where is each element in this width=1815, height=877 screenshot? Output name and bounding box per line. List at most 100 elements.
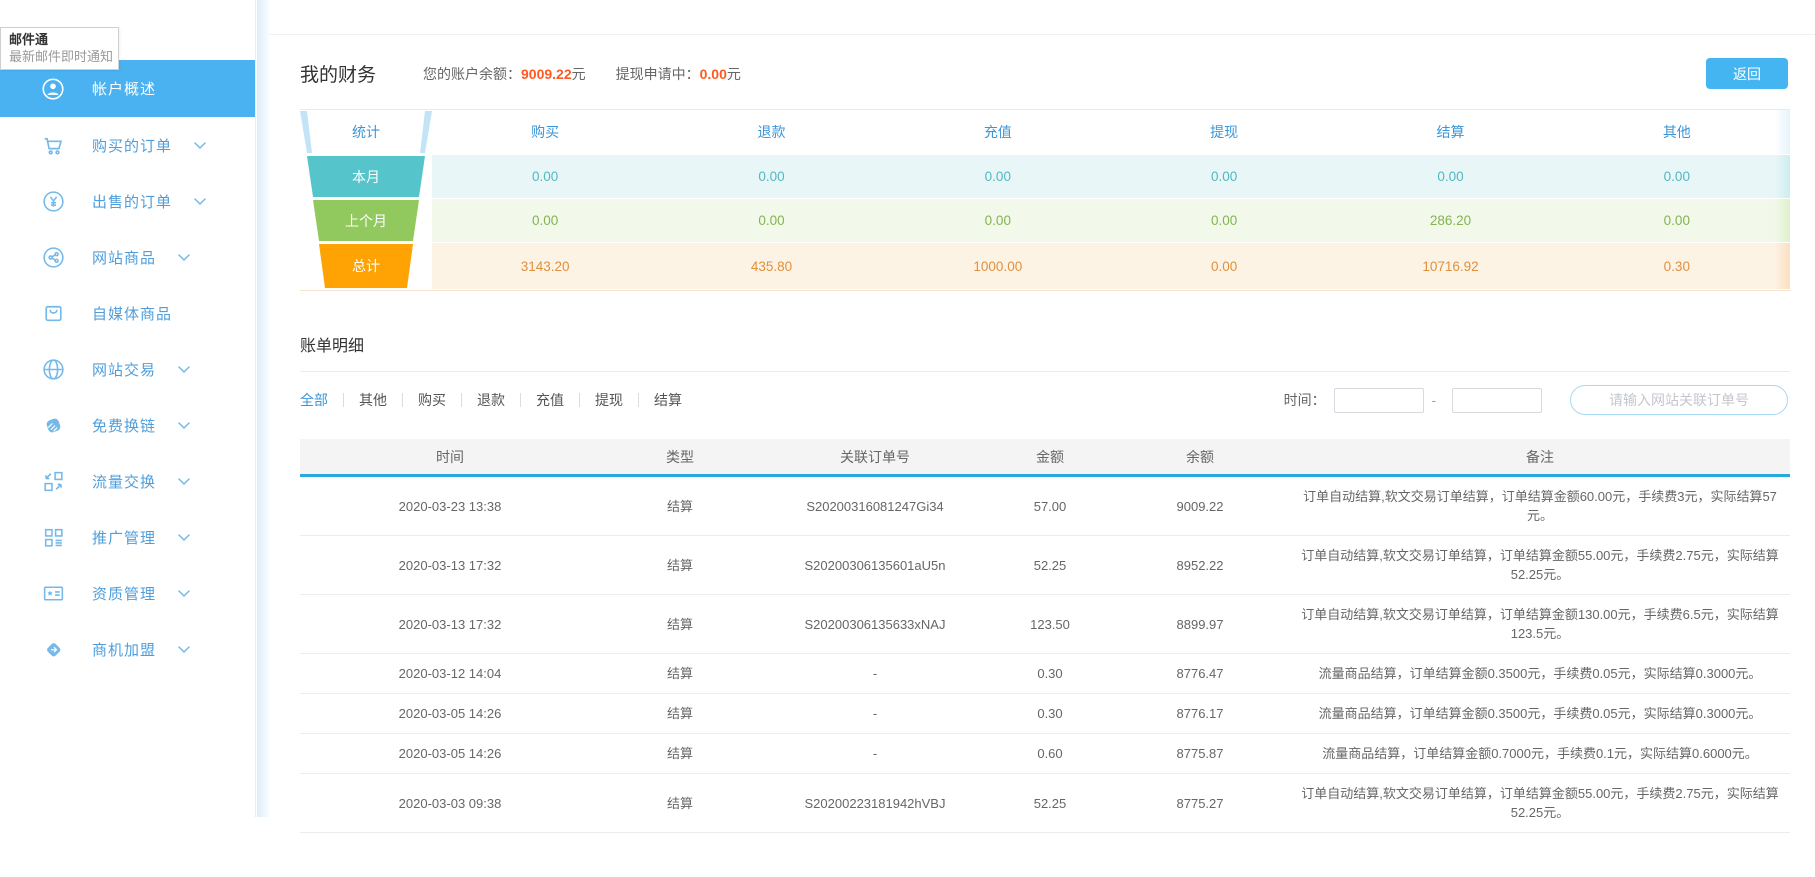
chevron-down-icon: [178, 534, 190, 541]
finance-header: 我的财务 您的账户余额：9009.22元 提现申请中：0.00元 返回: [300, 58, 1790, 89]
share-icon: [40, 244, 66, 270]
sidebar-item-site-products[interactable]: 网站商品: [0, 229, 255, 285]
cell-amount: 0.30: [990, 704, 1110, 723]
sidebar-item-label: 帐户概述: [92, 78, 156, 99]
cell-time: 2020-03-23 13:38: [300, 497, 600, 516]
stat-value: 0.00: [658, 213, 884, 228]
table-row: 2020-03-23 13:38 结算 S20200316081247Gi34 …: [300, 477, 1790, 536]
tooltip-title: 邮件通: [9, 31, 110, 48]
finance-card: 我的财务 您的账户余额：9009.22元 提现申请中：0.00元 返回 统计 购…: [269, 34, 1815, 877]
stat-value: 0.00: [1111, 213, 1337, 228]
cell-balance: 8776.47: [1110, 664, 1290, 683]
filter-tab-buy[interactable]: 购买: [418, 390, 446, 410]
sidebar-item-business-alliance[interactable]: 商机加盟: [0, 621, 255, 677]
filter-tab-recharge[interactable]: 充值: [536, 390, 564, 410]
stat-value: 286.20: [1337, 213, 1563, 228]
stats-row-total: 总计 3143.20 435.80 1000.00 0.00 10716.92 …: [300, 243, 1790, 291]
sidebar-item-label: 购买的订单: [92, 135, 172, 156]
table-row: 2020-03-13 17:32 结算 S20200306135601aU5n …: [300, 536, 1790, 595]
stat-value: 10716.92: [1337, 259, 1563, 274]
sidebar-item-label: 商机加盟: [92, 639, 156, 660]
sidebar-item-site-trade[interactable]: 网站交易: [0, 341, 255, 397]
sidebar-menu: 帐户概述 购买的订单 出售的订单: [0, 60, 255, 677]
col-remark: 备注: [1290, 447, 1790, 467]
time-start-input[interactable]: [1334, 388, 1424, 413]
col-type: 类型: [600, 447, 760, 467]
chevron-down-icon: [178, 254, 190, 261]
cell-type: 结算: [600, 664, 760, 683]
stat-value: 0.00: [1111, 259, 1337, 274]
sidebar-item-label: 资质管理: [92, 583, 156, 604]
sidebar-item-label: 自媒体商品: [92, 303, 172, 324]
stats-col-buy: 购买: [432, 122, 658, 142]
stat-value: 0.00: [1564, 213, 1790, 228]
balance-unit: 元: [572, 66, 586, 82]
cell-type: 结算: [600, 497, 760, 516]
stat-value: 0.00: [1564, 169, 1790, 184]
chevron-down-icon: [178, 478, 190, 485]
stat-value: 0.00: [432, 169, 658, 184]
chevron-down-icon: [178, 646, 190, 653]
sidebar-item-free-link-exchange[interactable]: 免费换链: [0, 397, 255, 453]
col-balance: 余额: [1110, 447, 1290, 467]
filter-tab-other[interactable]: 其他: [359, 390, 387, 410]
cell-time: 2020-03-05 14:26: [300, 704, 600, 723]
cell-remark: 订单自动结算,软文交易订单结算，订单结算金额55.00元，手续费2.75元，实际…: [1290, 784, 1790, 822]
filter-tab-withdraw[interactable]: 提现: [595, 390, 623, 410]
table-row: 2020-03-12 14:04 结算 - 0.30 8776.47 流量商品结…: [300, 654, 1790, 694]
time-range-controls: 时间： -: [1284, 385, 1788, 415]
table-row: 2020-03-03 09:38 结算 S20200223181942hVBJ …: [300, 774, 1790, 833]
time-range-label: 时间：: [1284, 390, 1326, 410]
funnel-last-month: 上个月: [300, 200, 432, 241]
sidebar-item-purchased-orders[interactable]: 购买的订单: [0, 117, 255, 173]
stat-value: 0.00: [432, 213, 658, 228]
cell-time: 2020-03-03 09:38: [300, 794, 600, 813]
content-gutter: [257, 0, 269, 817]
filter-tab-all[interactable]: 全部: [300, 390, 328, 410]
sidebar-item-qualification-management[interactable]: 资质管理: [0, 565, 255, 621]
filter-tab-refund[interactable]: 退款: [477, 390, 505, 410]
sidebar-item-promotion-management[interactable]: 推广管理: [0, 509, 255, 565]
withdraw-unit: 元: [727, 66, 741, 82]
cell-type: 结算: [600, 704, 760, 723]
table-row: 2020-03-05 14:26 结算 - 0.30 8776.17 流量商品结…: [300, 694, 1790, 734]
page-title: 我的财务: [300, 60, 376, 87]
divider: [579, 393, 580, 407]
cell-balance: 9009.22: [1110, 497, 1290, 516]
cell-time: 2020-03-13 17:32: [300, 556, 600, 575]
sidebar-item-label: 网站交易: [92, 359, 156, 380]
stats-col-withdraw: 提现: [1111, 122, 1337, 142]
cell-remark: 订单自动结算,软文交易订单结算，订单结算金额55.00元，手续费2.75元，实际…: [1290, 546, 1790, 584]
account-balance: 您的账户余额：9009.22元: [423, 64, 586, 84]
cell-balance: 8775.27: [1110, 794, 1290, 813]
col-amount: 金额: [990, 447, 1110, 467]
time-end-input[interactable]: [1452, 388, 1542, 413]
divider: [638, 393, 639, 407]
cell-remark: 流量商品结算，订单结算金额0.3500元，手续费0.05元，实际结算0.3000…: [1290, 704, 1790, 723]
stats-row-label: 本月: [352, 167, 380, 187]
divider: [461, 393, 462, 407]
chevron-down-icon: [178, 590, 190, 597]
sidebar-item-media-products[interactable]: 自媒体商品: [0, 285, 255, 341]
order-search-input[interactable]: [1570, 385, 1788, 415]
globe-icon: [40, 356, 66, 382]
cell-type: 结算: [600, 794, 760, 813]
user-icon: [40, 76, 66, 102]
chevron-down-icon: [194, 142, 206, 149]
divider: [300, 371, 1790, 372]
balance-label: 您的账户余额：: [423, 66, 521, 82]
filter-tab-settle[interactable]: 结算: [654, 390, 682, 410]
cell-type: 结算: [600, 615, 760, 634]
cell-time: 2020-03-12 14:04: [300, 664, 600, 683]
sidebar-item-sold-orders[interactable]: 出售的订单: [0, 173, 255, 229]
sidebar-item-label: 网站商品: [92, 247, 156, 268]
stat-value: 0.00: [1337, 169, 1563, 184]
sidebar-item-traffic-exchange[interactable]: 流量交换: [0, 453, 255, 509]
stat-value: 0.00: [885, 169, 1111, 184]
back-button[interactable]: 返回: [1706, 58, 1788, 89]
bag-icon: [40, 300, 66, 326]
stat-value: 0.30: [1564, 259, 1790, 274]
cell-amount: 123.50: [990, 615, 1110, 634]
col-order: 关联订单号: [760, 447, 990, 467]
tag-icon: [40, 636, 66, 662]
